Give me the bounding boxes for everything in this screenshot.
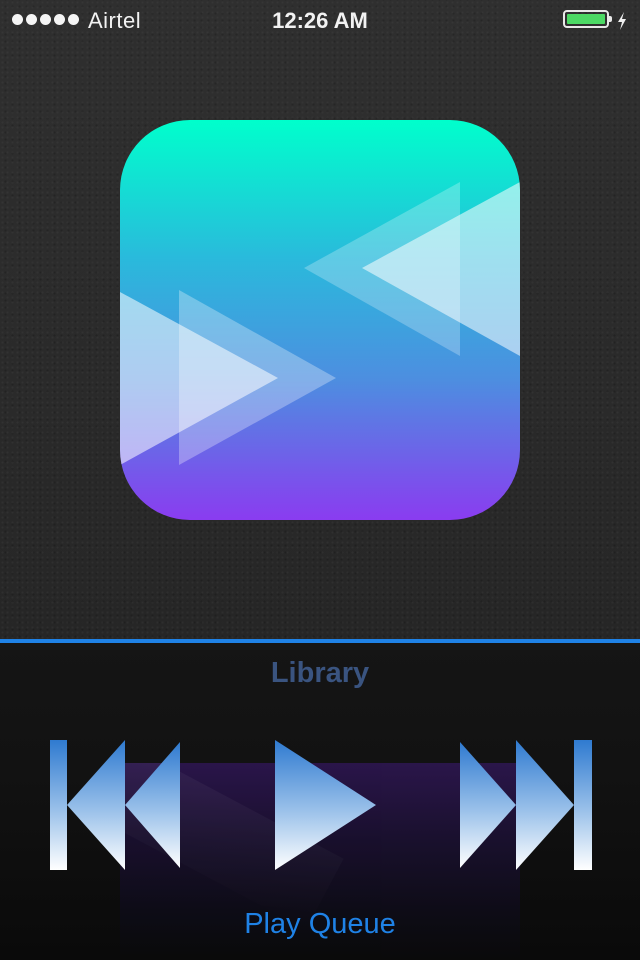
music-player-screen: Airtel 12:26 AM Library Play Queue: [0, 0, 640, 960]
next-track-button[interactable]: [460, 740, 592, 870]
previous-track-button[interactable]: [50, 740, 180, 870]
next-track-icon: [460, 740, 592, 870]
previous-track-icon: [50, 740, 180, 870]
play-queue-button[interactable]: Play Queue: [0, 908, 640, 941]
charging-bolt-icon: [618, 12, 626, 30]
play-button[interactable]: [275, 740, 377, 870]
status-time: 12:26 AM: [272, 8, 368, 33]
library-button[interactable]: Library: [0, 657, 640, 690]
album-artwork[interactable]: [120, 120, 520, 520]
status-bar: Airtel 12:26 AM: [0, 0, 640, 40]
play-icon: [275, 740, 376, 870]
battery-icon: [563, 10, 612, 28]
